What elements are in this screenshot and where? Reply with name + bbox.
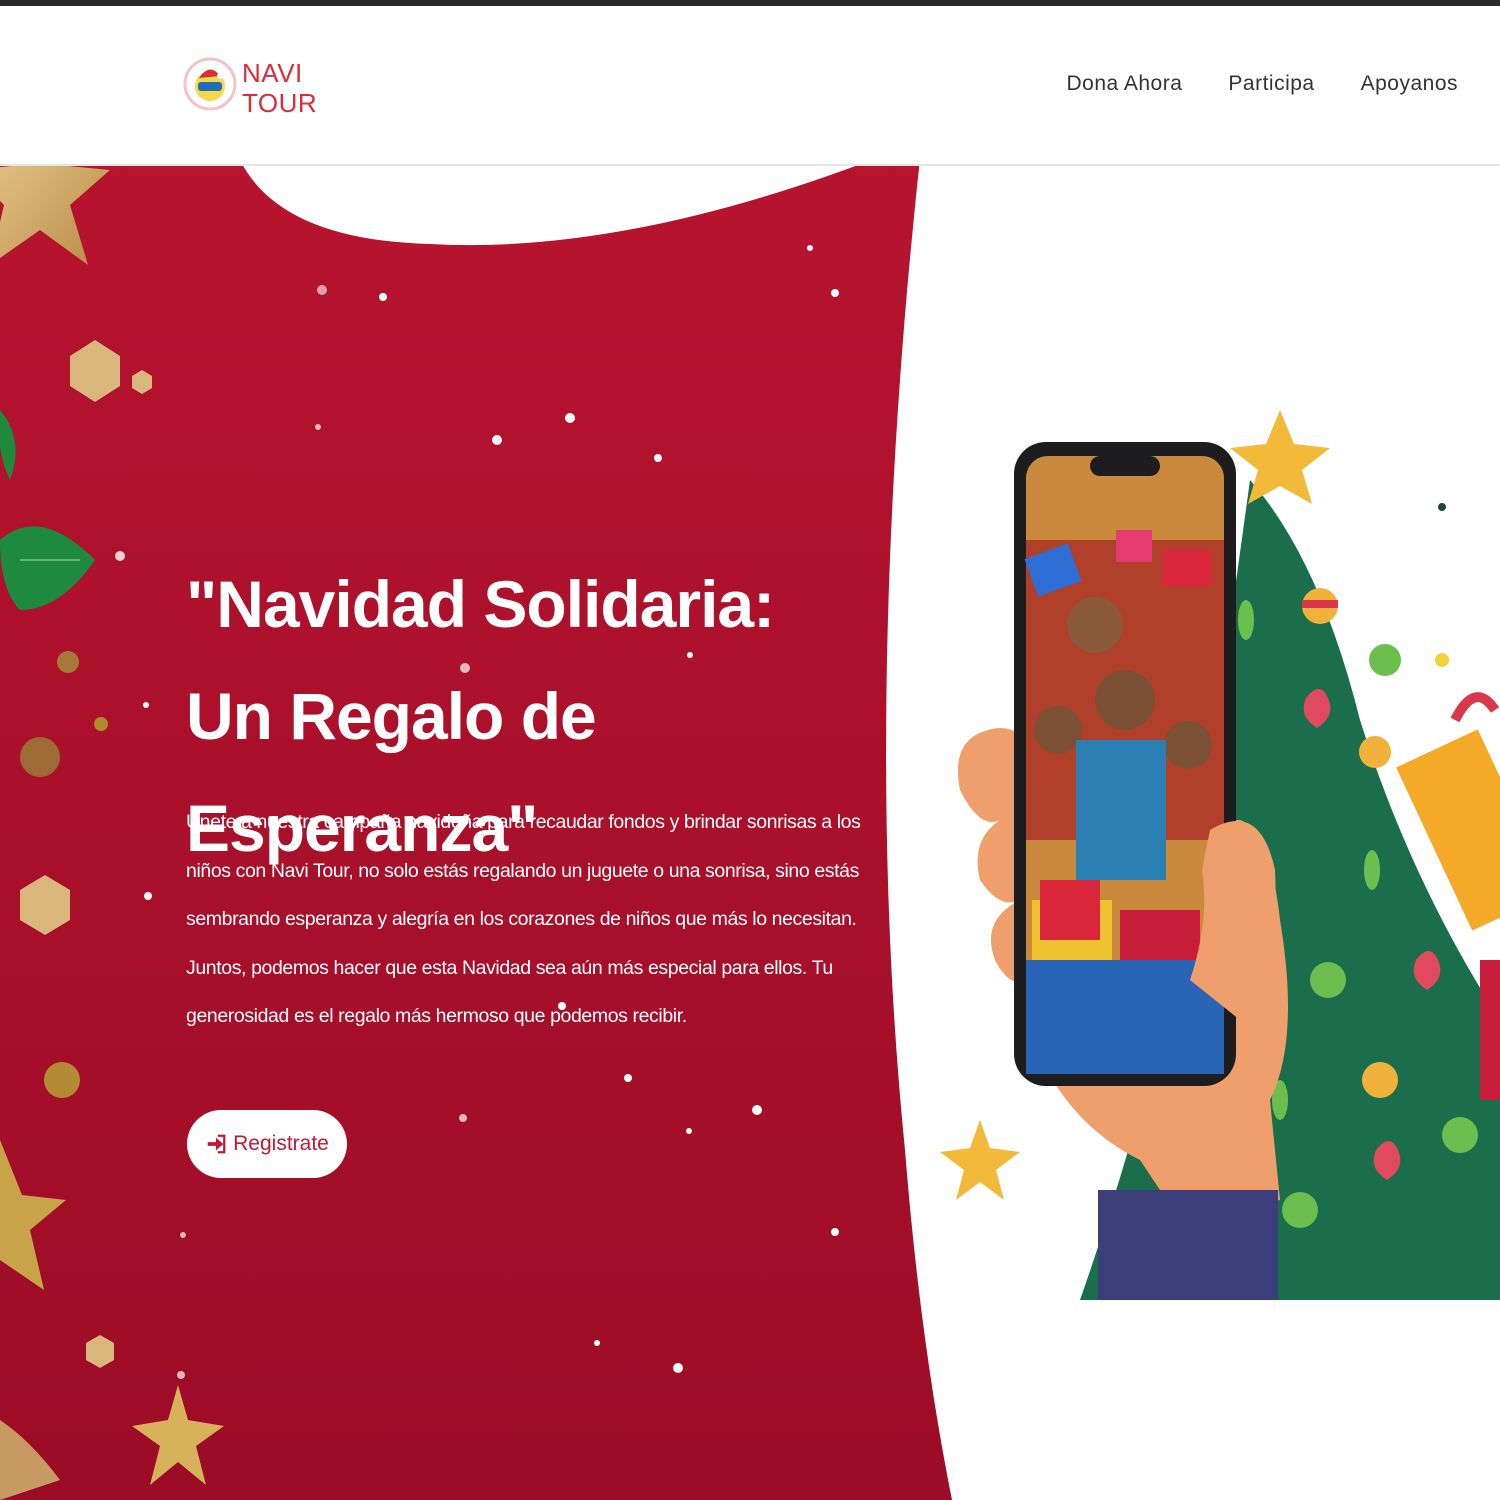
register-button-label: Registrate: [233, 1132, 329, 1155]
register-button[interactable]: Registrate: [187, 1110, 347, 1178]
ornament-ball-icon: [94, 717, 108, 731]
logo-line-1: NAVI: [242, 58, 303, 88]
logo-line-2: TOUR: [242, 88, 318, 118]
logo-wordmark: NAVI TOUR: [242, 58, 317, 118]
ornament-ball-icon: [57, 651, 79, 673]
star-icon: [940, 1120, 1020, 1200]
ornament-ball-icon: [44, 1062, 80, 1098]
site-header: NAVI TOUR Dona Ahora Participa Apoyanos: [0, 6, 1500, 166]
logo-badge-icon: [183, 57, 237, 111]
hero-description: Únete a nuestra campaña navideña para re…: [186, 811, 861, 1027]
main-nav: Dona Ahora Participa Apoyanos: [1066, 72, 1458, 96]
sign-in-icon: [207, 1134, 226, 1154]
nav-item-apoyanos[interactable]: Apoyanos: [1361, 72, 1458, 96]
hand-holding-phone-illustration: [940, 410, 1500, 1300]
ornament-ball-icon: [20, 737, 60, 777]
nav-item-participa[interactable]: Participa: [1228, 72, 1314, 96]
nav-item-dona-ahora[interactable]: Dona Ahora: [1066, 72, 1182, 96]
star-icon: [1230, 410, 1330, 504]
site-logo[interactable]: NAVI TOUR: [182, 50, 317, 140]
